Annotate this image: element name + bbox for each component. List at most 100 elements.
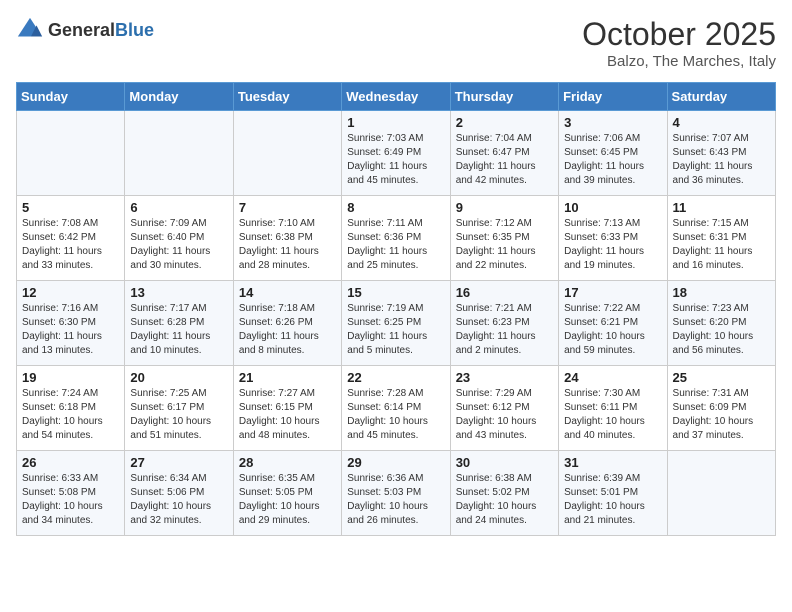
day-info: Sunrise: 6:34 AM Sunset: 5:06 PM Dayligh… — [130, 472, 227, 528]
day-info: Sunrise: 7:03 AM Sunset: 6:49 PM Dayligh… — [347, 132, 444, 188]
calendar-cell — [233, 111, 341, 196]
day-info: Sunrise: 7:22 AM Sunset: 6:21 PM Dayligh… — [564, 302, 661, 358]
calendar-cell: 11Sunrise: 7:15 AM Sunset: 6:31 PM Dayli… — [667, 196, 775, 281]
day-number: 21 — [239, 370, 336, 385]
calendar-cell — [125, 111, 233, 196]
logo: GeneralBlue — [16, 16, 154, 44]
day-info: Sunrise: 7:04 AM Sunset: 6:47 PM Dayligh… — [456, 132, 553, 188]
day-info: Sunrise: 7:30 AM Sunset: 6:11 PM Dayligh… — [564, 387, 661, 443]
day-number: 23 — [456, 370, 553, 385]
logo-icon — [16, 16, 44, 44]
day-header: Friday — [559, 83, 667, 111]
day-info: Sunrise: 6:36 AM Sunset: 5:03 PM Dayligh… — [347, 472, 444, 528]
calendar-cell: 10 Sunrise: 7:13 AM Sunset: 6:33 PM Dayli… — [559, 196, 667, 281]
day-number: 26 — [22, 455, 119, 470]
calendar-cell: 12Sunrise: 7:16 AM Sunset: 6:30 PM Dayli… — [17, 281, 125, 366]
calendar-cell: 28 Sunrise: 6:35 AM Sunset: 5:05 PM Dayli… — [233, 451, 341, 536]
day-info: Sunrise: 7:21 AM Sunset: 6:23 PM Dayligh… — [456, 302, 553, 358]
day-number: 25 — [673, 370, 770, 385]
calendar-cell: 16 Sunrise: 7:21 AM Sunset: 6:23 PM Dayli… — [450, 281, 558, 366]
day-number: 20 — [130, 370, 227, 385]
calendar-table: SundayMondayTuesdayWednesdayThursdayFrid… — [16, 82, 776, 536]
day-number: 17 — [564, 285, 661, 300]
calendar-cell: 29Sunrise: 6:36 AM Sunset: 5:03 PM Dayli… — [342, 451, 450, 536]
calendar-cell: 4Sunrise: 7:07 AM Sunset: 6:43 PM Daylig… — [667, 111, 775, 196]
day-header: Tuesday — [233, 83, 341, 111]
calendar-cell: 9 Sunrise: 7:12 AM Sunset: 6:35 PM Daylig… — [450, 196, 558, 281]
day-info: Sunrise: 7:08 AM Sunset: 6:42 PM Dayligh… — [22, 217, 119, 273]
day-info: Sunrise: 7:25 AM Sunset: 6:17 PM Dayligh… — [130, 387, 227, 443]
calendar-header-row: SundayMondayTuesdayWednesdayThursdayFrid… — [17, 83, 776, 111]
day-info: Sunrise: 7:17 AM Sunset: 6:28 PM Dayligh… — [130, 302, 227, 358]
day-info: Sunrise: 7:13 AM Sunset: 6:33 PM Dayligh… — [564, 217, 661, 273]
day-number: 3 — [564, 115, 661, 130]
day-info: Sunrise: 7:24 AM Sunset: 6:18 PM Dayligh… — [22, 387, 119, 443]
calendar-cell: 19 Sunrise: 7:24 AM Sunset: 6:18 PM Dayli… — [17, 366, 125, 451]
day-number: 1 — [347, 115, 444, 130]
month-title: October 2025 — [582, 16, 776, 53]
day-header: Saturday — [667, 83, 775, 111]
day-number: 14 — [239, 285, 336, 300]
day-number: 13 — [130, 285, 227, 300]
day-number: 5 — [22, 200, 119, 215]
calendar-cell: 18Sunrise: 7:23 AM Sunset: 6:20 PM Dayli… — [667, 281, 775, 366]
day-info: Sunrise: 7:12 AM Sunset: 6:35 PM Dayligh… — [456, 217, 553, 273]
day-number: 19 — [22, 370, 119, 385]
day-number: 16 — [456, 285, 553, 300]
day-info: Sunrise: 7:18 AM Sunset: 6:26 PM Dayligh… — [239, 302, 336, 358]
calendar-week-row: 26 Sunrise: 6:33 AM Sunset: 5:08 PM Dayli… — [17, 451, 776, 536]
day-info: Sunrise: 7:19 AM Sunset: 6:25 PM Dayligh… — [347, 302, 444, 358]
day-header: Sunday — [17, 83, 125, 111]
calendar-body: 1 Sunrise: 7:03 AM Sunset: 6:49 PM Daylig… — [17, 111, 776, 536]
calendar-cell: 8Sunrise: 7:11 AM Sunset: 6:36 PM Daylig… — [342, 196, 450, 281]
title-section: October 2025 Balzo, The Marches, Italy — [582, 16, 776, 70]
day-info: Sunrise: 7:15 AM Sunset: 6:31 PM Dayligh… — [673, 217, 770, 273]
day-info: Sunrise: 7:09 AM Sunset: 6:40 PM Dayligh… — [130, 217, 227, 273]
calendar-cell: 21 Sunrise: 7:27 AM Sunset: 6:15 PM Dayli… — [233, 366, 341, 451]
calendar-cell: 13 Sunrise: 7:17 AM Sunset: 6:28 PM Dayli… — [125, 281, 233, 366]
day-header: Monday — [125, 83, 233, 111]
day-header: Thursday — [450, 83, 558, 111]
day-info: Sunrise: 6:35 AM Sunset: 5:05 PM Dayligh… — [239, 472, 336, 528]
calendar-week-row: 5 Sunrise: 7:08 AM Sunset: 6:42 PM Daylig… — [17, 196, 776, 281]
day-number: 9 — [456, 200, 553, 215]
calendar-week-row: 12Sunrise: 7:16 AM Sunset: 6:30 PM Dayli… — [17, 281, 776, 366]
day-info: Sunrise: 7:16 AM Sunset: 6:30 PM Dayligh… — [22, 302, 119, 358]
logo-blue: Blue — [115, 20, 154, 40]
calendar-cell: 17 Sunrise: 7:22 AM Sunset: 6:21 PM Dayli… — [559, 281, 667, 366]
calendar-cell: 1 Sunrise: 7:03 AM Sunset: 6:49 PM Daylig… — [342, 111, 450, 196]
calendar-cell: 2 Sunrise: 7:04 AM Sunset: 6:47 PM Daylig… — [450, 111, 558, 196]
day-number: 7 — [239, 200, 336, 215]
day-number: 4 — [673, 115, 770, 130]
location: Balzo, The Marches, Italy — [582, 53, 776, 70]
day-info: Sunrise: 7:27 AM Sunset: 6:15 PM Dayligh… — [239, 387, 336, 443]
day-info: Sunrise: 7:29 AM Sunset: 6:12 PM Dayligh… — [456, 387, 553, 443]
day-info: Sunrise: 7:10 AM Sunset: 6:38 PM Dayligh… — [239, 217, 336, 273]
logo-general: General — [48, 20, 115, 40]
calendar-cell: 31Sunrise: 6:39 AM Sunset: 5:01 PM Dayli… — [559, 451, 667, 536]
calendar-cell: 5 Sunrise: 7:08 AM Sunset: 6:42 PM Daylig… — [17, 196, 125, 281]
day-number: 8 — [347, 200, 444, 215]
day-number: 27 — [130, 455, 227, 470]
calendar-cell: 25Sunrise: 7:31 AM Sunset: 6:09 PM Dayli… — [667, 366, 775, 451]
calendar-cell — [667, 451, 775, 536]
calendar-cell: 24 Sunrise: 7:30 AM Sunset: 6:11 PM Dayli… — [559, 366, 667, 451]
calendar-cell: 23 Sunrise: 7:29 AM Sunset: 6:12 PM Dayli… — [450, 366, 558, 451]
day-info: Sunrise: 7:23 AM Sunset: 6:20 PM Dayligh… — [673, 302, 770, 358]
calendar-cell: 6Sunrise: 7:09 AM Sunset: 6:40 PM Daylig… — [125, 196, 233, 281]
day-info: Sunrise: 6:33 AM Sunset: 5:08 PM Dayligh… — [22, 472, 119, 528]
day-number: 22 — [347, 370, 444, 385]
calendar-cell: 7 Sunrise: 7:10 AM Sunset: 6:38 PM Daylig… — [233, 196, 341, 281]
day-number: 28 — [239, 455, 336, 470]
day-number: 10 — [564, 200, 661, 215]
day-number: 2 — [456, 115, 553, 130]
calendar-cell: 14 Sunrise: 7:18 AM Sunset: 6:26 PM Dayli… — [233, 281, 341, 366]
day-info: Sunrise: 6:38 AM Sunset: 5:02 PM Dayligh… — [456, 472, 553, 528]
calendar-week-row: 1 Sunrise: 7:03 AM Sunset: 6:49 PM Daylig… — [17, 111, 776, 196]
day-info: Sunrise: 7:06 AM Sunset: 6:45 PM Dayligh… — [564, 132, 661, 188]
day-info: Sunrise: 7:28 AM Sunset: 6:14 PM Dayligh… — [347, 387, 444, 443]
day-header: Wednesday — [342, 83, 450, 111]
day-number: 24 — [564, 370, 661, 385]
calendar-cell: 15Sunrise: 7:19 AM Sunset: 6:25 PM Dayli… — [342, 281, 450, 366]
calendar-cell: 27 Sunrise: 6:34 AM Sunset: 5:06 PM Dayli… — [125, 451, 233, 536]
